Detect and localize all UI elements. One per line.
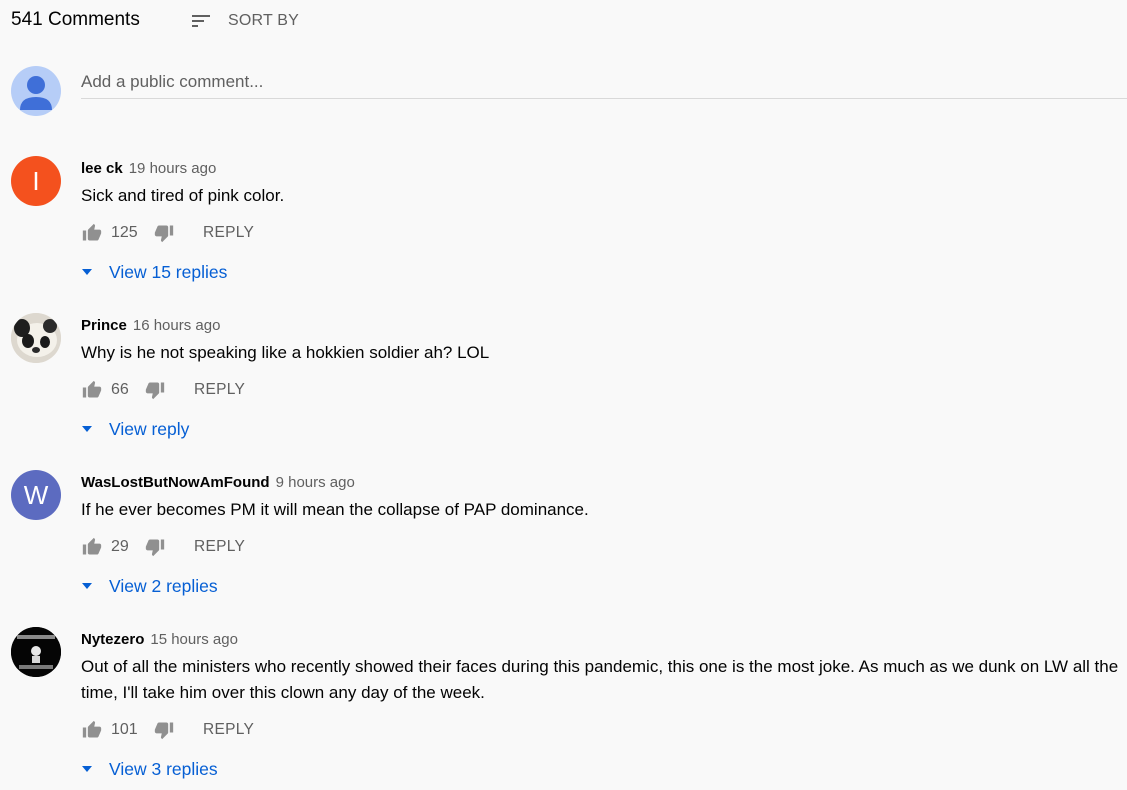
- reply-button[interactable]: REPLY: [194, 538, 245, 556]
- thumbs-down-icon: [154, 722, 174, 740]
- like-count: 101: [111, 721, 138, 738]
- author-name[interactable]: Prince: [81, 317, 127, 334]
- comment-meta: Nytezero 15 hours ago: [81, 627, 1127, 651]
- reply-button[interactable]: REPLY: [194, 381, 245, 399]
- comment-meta: lee ck 19 hours ago: [81, 156, 1127, 180]
- thumbs-up-icon: [82, 720, 102, 738]
- thumbs-down-icon: [145, 539, 165, 557]
- like-count: 29: [111, 538, 129, 555]
- thumbs-up-icon: [82, 223, 102, 241]
- dislike-button[interactable]: [153, 222, 175, 244]
- comment-meta: Prince 16 hours ago: [81, 313, 1127, 337]
- panda-avatar-icon: [11, 313, 61, 363]
- view-replies-button[interactable]: View 15 replies: [81, 259, 1127, 285]
- timestamp[interactable]: 9 hours ago: [276, 474, 355, 491]
- like-button[interactable]: [81, 222, 103, 244]
- like-button[interactable]: [81, 379, 103, 401]
- comment-actions: 66 REPLY: [81, 375, 1127, 405]
- comment-text: If he ever becomes PM it will mean the c…: [81, 500, 589, 519]
- avatar[interactable]: [11, 313, 61, 363]
- avatar[interactable]: I: [11, 156, 61, 206]
- thumbs-up-icon: [82, 537, 102, 555]
- comment-count: 541 Comments: [11, 9, 140, 30]
- dislike-button[interactable]: [144, 379, 166, 401]
- author-name[interactable]: WasLostButNowAmFound: [81, 474, 270, 491]
- comment-meta: WasLostButNowAmFound 9 hours ago: [81, 470, 1127, 494]
- comment-actions: 101 REPLY: [81, 715, 1127, 745]
- dark-meme-avatar-icon: [11, 627, 61, 677]
- view-replies-label: View 3 replies: [109, 758, 218, 779]
- reply-button[interactable]: REPLY: [203, 224, 254, 242]
- like-button[interactable]: [81, 719, 103, 741]
- view-replies-label: View reply: [109, 418, 190, 439]
- add-comment-row: [11, 66, 1127, 118]
- like-button[interactable]: [81, 536, 103, 558]
- comment-text: Why is he not speaking like a hokkien so…: [81, 343, 490, 362]
- thumbs-down-icon: [154, 225, 174, 243]
- avatar-letter: I: [32, 165, 40, 196]
- like-count: 125: [111, 224, 138, 241]
- comment-actions: 29 REPLY: [81, 532, 1127, 562]
- avatar[interactable]: [11, 627, 61, 677]
- sort-icon: [189, 9, 213, 33]
- caret-down-icon: [81, 763, 93, 775]
- caret-down-icon: [81, 423, 93, 435]
- timestamp[interactable]: 16 hours ago: [133, 317, 221, 334]
- comments-header: 541 Comments: [11, 8, 140, 32]
- sort-by-label: SORT BY: [228, 12, 300, 29]
- view-replies-label: View 15 replies: [109, 261, 228, 282]
- avatar-letter: W: [23, 479, 49, 510]
- thumbs-up-icon: [82, 380, 102, 398]
- timestamp[interactable]: 19 hours ago: [129, 160, 217, 177]
- view-replies-label: View 2 replies: [109, 575, 218, 596]
- sort-by-button[interactable]: SORT BY: [189, 9, 299, 33]
- like-count: 66: [111, 381, 129, 398]
- view-replies-button[interactable]: View 3 replies: [81, 756, 1127, 782]
- caret-down-icon: [81, 580, 93, 592]
- user-avatar-icon: [11, 66, 61, 116]
- comment-actions: 125 REPLY: [81, 218, 1127, 248]
- timestamp[interactable]: 15 hours ago: [150, 631, 238, 648]
- dislike-button[interactable]: [144, 536, 166, 558]
- avatar[interactable]: W: [11, 470, 61, 520]
- comment-text: Out of all the ministers who recently sh…: [81, 657, 1119, 702]
- view-replies-button[interactable]: View reply: [81, 416, 1127, 442]
- reply-button[interactable]: REPLY: [203, 721, 254, 739]
- thumbs-down-icon: [145, 382, 165, 400]
- author-name[interactable]: Nytezero: [81, 631, 144, 648]
- add-comment-input[interactable]: [81, 66, 1127, 99]
- author-name[interactable]: lee ck: [81, 160, 123, 177]
- comment-text: Sick and tired of pink color.: [81, 186, 285, 205]
- view-replies-button[interactable]: View 2 replies: [81, 573, 1127, 599]
- caret-down-icon: [81, 266, 93, 278]
- dislike-button[interactable]: [153, 719, 175, 741]
